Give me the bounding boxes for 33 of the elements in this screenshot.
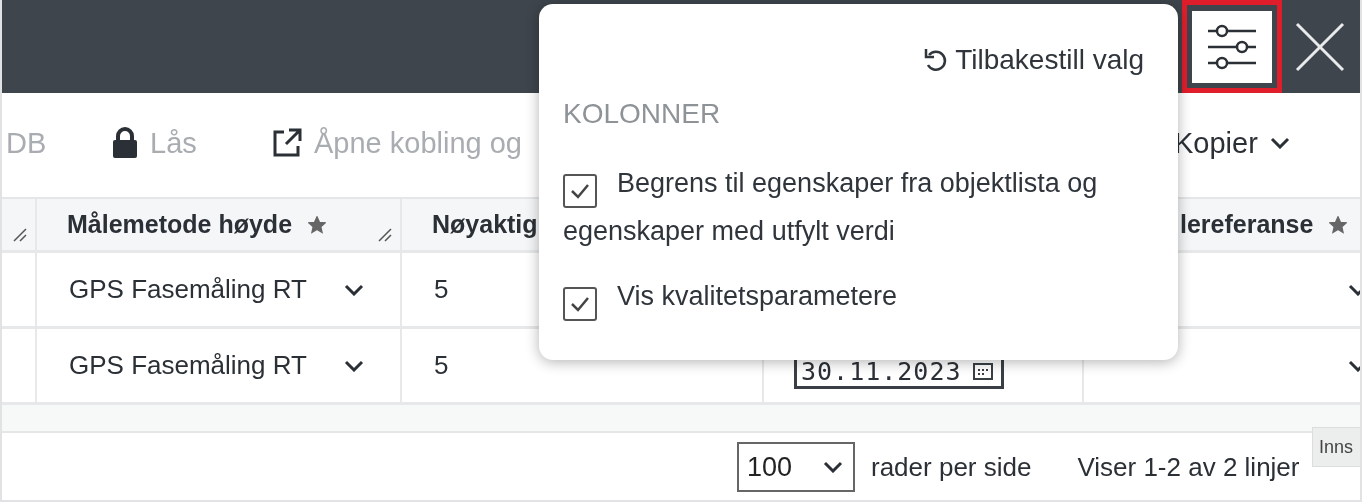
resize-handle-icon[interactable] (378, 228, 392, 242)
page-size-select[interactable]: 100 (737, 442, 855, 492)
settings-button[interactable] (1182, 0, 1282, 93)
checkbox-option[interactable]: Begrens til egenskaper fra objektlista og egenskaper med utfylt verdi (563, 160, 1153, 255)
close-button[interactable] (1294, 20, 1346, 73)
section-title: KOLONNER (563, 98, 722, 130)
lock-icon (112, 127, 138, 159)
caret-icon (1269, 137, 1290, 149)
star-icon[interactable] (308, 215, 327, 234)
page-size-label: rader per side (871, 451, 1032, 483)
dropdown[interactable]: GPS Fasemåling RT (37, 274, 400, 305)
table-cell-text: 5 (433, 350, 449, 381)
chevron-down-icon (344, 283, 364, 296)
checkmark-icon (570, 296, 590, 312)
resize-handle-icon[interactable] (13, 228, 27, 242)
column-header[interactable]: Målemetode høyde (67, 210, 293, 239)
checkbox-option[interactable]: Vis kvalitetsparametere (563, 273, 1153, 321)
horizontal-scrollbar[interactable] (2, 405, 1360, 433)
chevron-down-icon (344, 359, 364, 372)
dropdown[interactable]: GPS Fasemåling RT (37, 350, 400, 381)
chevron-down-icon (823, 461, 843, 473)
table-cell-text: 5 (433, 274, 449, 305)
close-icon (1294, 20, 1346, 73)
column-header[interactable]: lereferanse (1180, 210, 1314, 239)
checkmark-icon (570, 183, 590, 199)
star-icon[interactable] (1329, 215, 1348, 234)
reset-button[interactable]: Tilbakestill valg (923, 44, 1144, 76)
sliders-icon (1206, 22, 1258, 71)
external-link-icon (272, 128, 302, 158)
tooltip: Inns (1312, 427, 1360, 467)
column-header[interactable]: Nøyaktig (432, 210, 538, 239)
calendar-icon (973, 362, 993, 380)
row-range-text: Viser 1-2 av 2 linjer (1077, 451, 1300, 483)
